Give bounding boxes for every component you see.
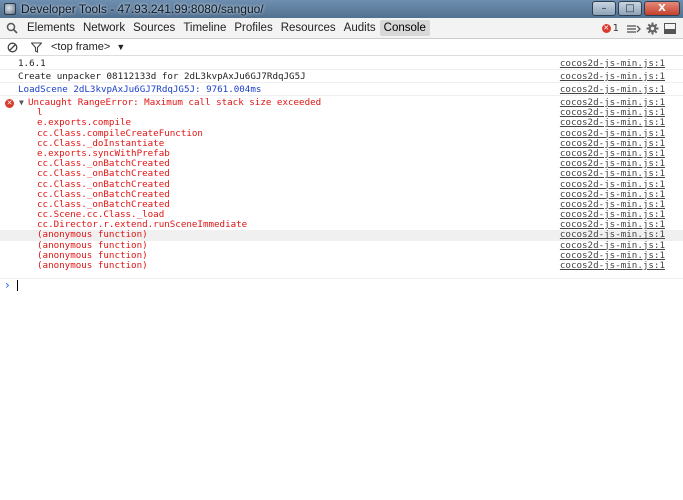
window-title: Developer Tools - 47.93.241.99:8080/sang…	[21, 2, 264, 16]
tab-resources[interactable]: Resources	[277, 20, 340, 36]
console-source-link[interactable]: cocos2d-js-min.js:1	[560, 260, 665, 271]
prompt-chevron-icon: ›	[5, 278, 10, 292]
drawer-icon[interactable]	[661, 20, 679, 38]
panel-tabs: Elements Network Sources Timeline Profil…	[23, 20, 430, 36]
filter-icon[interactable]	[27, 38, 45, 56]
close-button[interactable]: X	[644, 1, 680, 16]
gear-icon[interactable]	[643, 20, 661, 38]
tab-profiles[interactable]: Profiles	[230, 20, 276, 36]
tab-console[interactable]: Console	[379, 20, 430, 36]
devtools-toolbar: Elements Network Sources Timeline Profil…	[0, 18, 683, 39]
console-messages: 1.6.1 cocos2d-js-min.js:1 Create unpacke…	[0, 57, 683, 271]
error-message-text: Uncaught RangeError: Maximum call stack …	[28, 97, 322, 108]
stack-frame: (anonymous function) cocos2d-js-min.js:1	[0, 260, 683, 271]
tab-audits[interactable]: Audits	[340, 20, 380, 36]
error-counter[interactable]: ✕ 1	[601, 23, 619, 34]
stack-frame-function: (anonymous function)	[37, 260, 148, 271]
console-source-link[interactable]: cocos2d-js-min.js:1	[560, 70, 665, 83]
expand-triangle-icon[interactable]: ▼	[19, 98, 24, 108]
dock-icon[interactable]	[625, 20, 643, 38]
console-message-text: 1.6.1	[18, 58, 46, 69]
console-prompt[interactable]: ›	[0, 278, 683, 292]
console-source-link[interactable]: cocos2d-js-min.js:1	[560, 169, 665, 179]
console-message: 1.6.1 cocos2d-js-min.js:1	[0, 57, 683, 70]
frame-selector-value: <top frame>	[51, 41, 111, 53]
console-message: Create unpacker 08112133d for 2dL3kvpAxJ…	[0, 70, 683, 83]
window-titlebar: Developer Tools - 47.93.241.99:8080/sang…	[0, 0, 683, 18]
frame-selector[interactable]: <top frame> ▼	[51, 41, 125, 53]
minimize-button[interactable]: –	[592, 1, 616, 16]
search-icon[interactable]	[3, 19, 21, 37]
error-icon: ✕	[5, 99, 14, 108]
console-source-link[interactable]: cocos2d-js-min.js:1	[560, 83, 665, 96]
console-message: LoadScene 2dL3kvpAxJu6GJ7RdqJG5J: 9761.0…	[0, 83, 683, 96]
console-message-text: Create unpacker 08112133d for 2dL3kvpAxJ…	[18, 71, 306, 82]
console-filter-bar: <top frame> ▼	[0, 39, 683, 56]
tab-network[interactable]: Network	[79, 20, 129, 36]
error-count-value: 1	[612, 23, 619, 34]
error-icon: ✕	[601, 24, 611, 33]
tab-elements[interactable]: Elements	[23, 20, 79, 36]
tab-timeline[interactable]: Timeline	[179, 20, 230, 36]
console-source-link[interactable]: cocos2d-js-min.js:1	[560, 57, 665, 70]
console-message-text: LoadScene 2dL3kvpAxJu6GJ7RdqJG5J: 9761.0…	[18, 84, 262, 95]
toolbar-right-controls: ✕ 1	[601, 19, 679, 38]
tab-sources[interactable]: Sources	[129, 20, 179, 36]
devtools-app-icon	[4, 3, 16, 15]
chevron-down-icon: ▼	[116, 42, 126, 52]
text-cursor	[17, 280, 18, 291]
maximize-button[interactable]: □	[618, 1, 642, 16]
window-controls: – □ X	[590, 1, 680, 16]
stack-frame-function: cc.Class._onBatchCreated	[37, 168, 170, 180]
clear-console-icon[interactable]	[3, 38, 21, 56]
stack-frame: cc.Class._onBatchCreated cocos2d-js-min.j…	[0, 169, 683, 179]
